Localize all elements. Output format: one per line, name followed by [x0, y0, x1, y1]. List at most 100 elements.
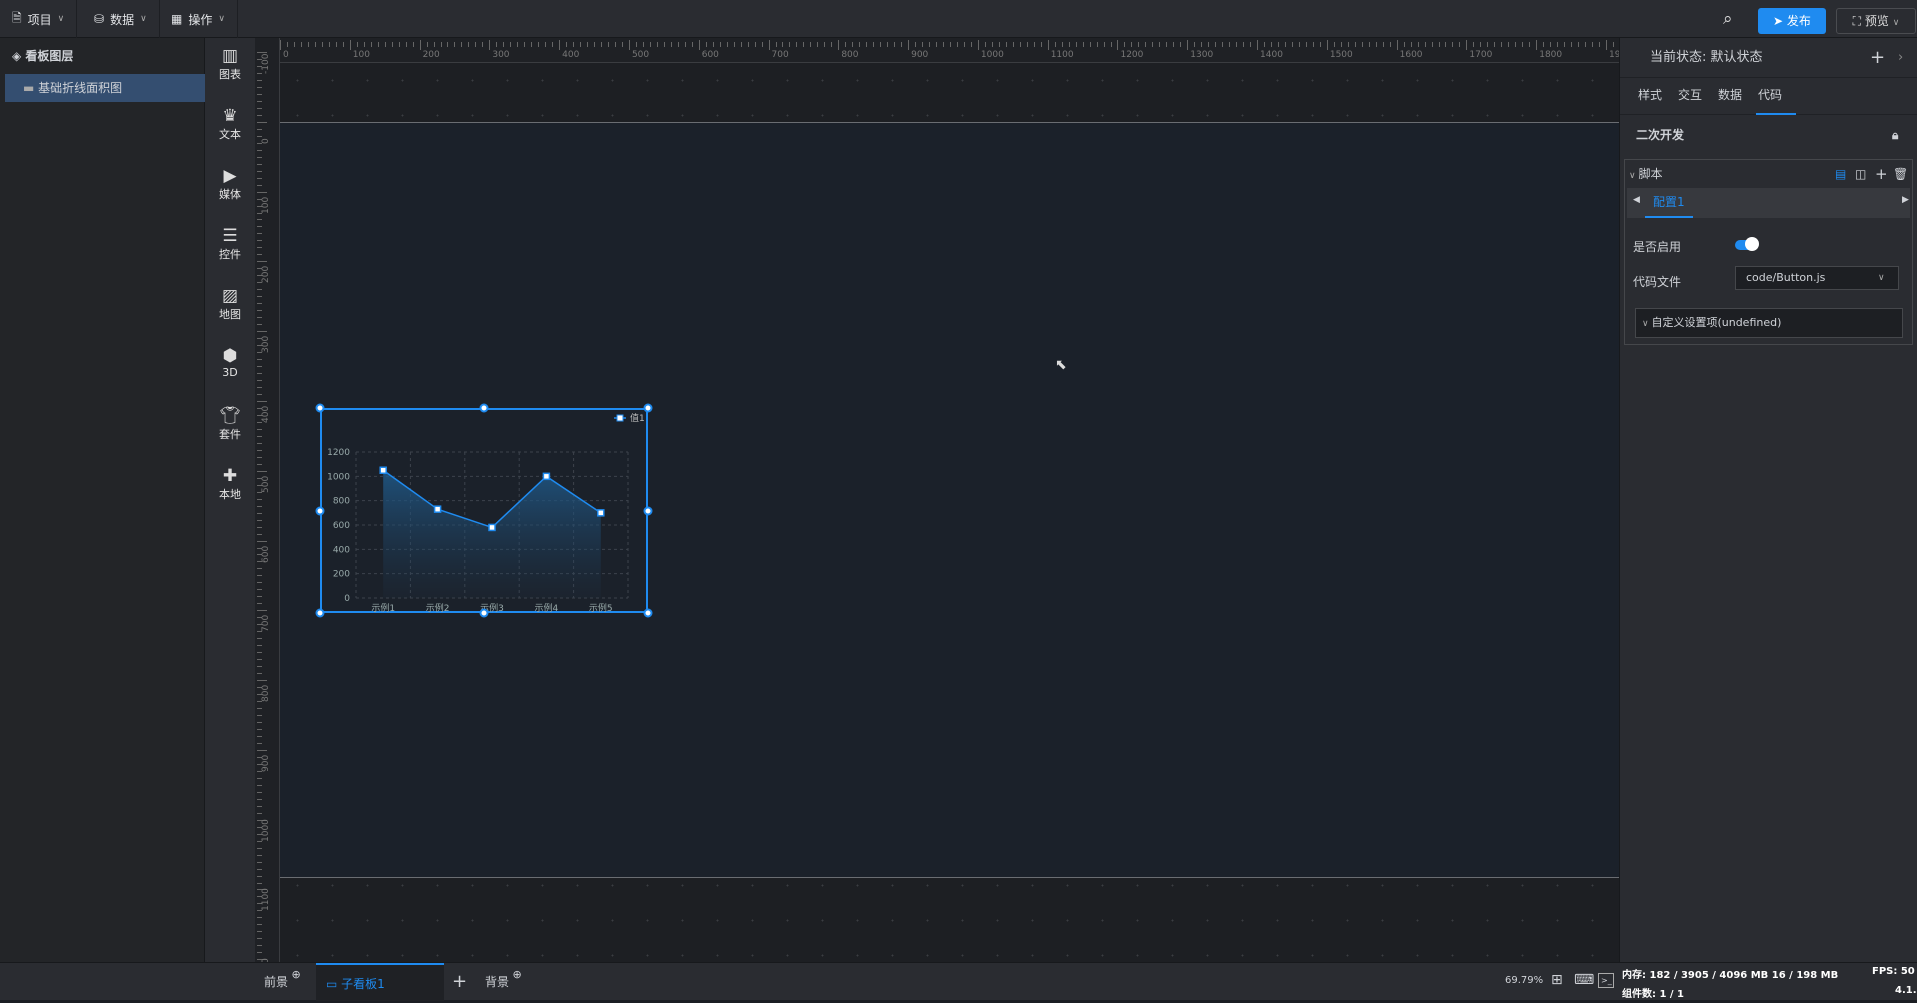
- columns-icon[interactable]: ◫: [1855, 160, 1866, 188]
- tab-3[interactable]: 代码: [1756, 78, 1796, 115]
- ruler-tick: [915, 42, 917, 47]
- zoom-level: 69.79%: [1505, 975, 1544, 986]
- file-select[interactable]: code/Button.js ∨: [1735, 266, 1899, 290]
- data-point: [433, 505, 442, 513]
- tool-puzzle[interactable]: ✚ 本地: [205, 466, 255, 502]
- ruler-tick: [649, 42, 651, 47]
- menu-data[interactable]: ⛁ 数据 ∨: [82, 0, 160, 38]
- ruler-tick: [257, 156, 262, 158]
- lock-icon[interactable]: 🔒︎: [1892, 115, 1898, 155]
- ruler-tick: [257, 135, 262, 137]
- tab-0[interactable]: 样式: [1636, 78, 1664, 115]
- tab-1[interactable]: 交互: [1676, 78, 1704, 115]
- tool-shirt[interactable]: 👕︎ 套件: [205, 406, 255, 442]
- tab-foreground[interactable]: 前景 ⊕: [264, 963, 301, 1001]
- ruler-tick: [257, 331, 267, 333]
- ruler-tick: [257, 589, 262, 591]
- add-icon[interactable]: +: [1875, 160, 1888, 188]
- trash-icon[interactable]: 🗑︎: [1893, 160, 1908, 188]
- ruler-tick: [852, 42, 854, 47]
- resize-handle[interactable]: [315, 403, 325, 413]
- tab-subboard[interactable]: ▭ 子看板1: [316, 963, 444, 1001]
- shirt-icon: 👕︎: [219, 406, 241, 426]
- resize-handle[interactable]: [315, 608, 325, 618]
- folder-icon: ▬: [23, 81, 39, 95]
- file-label: 代码文件: [1633, 275, 1682, 289]
- ruler-tick: [719, 42, 721, 47]
- layout-icon[interactable]: ▤: [1835, 160, 1846, 188]
- add-circle-icon[interactable]: ⊕: [288, 968, 301, 981]
- ruler-tick: [663, 42, 665, 47]
- ruler-label: 400: [261, 405, 271, 423]
- ruler-tick: [628, 40, 630, 50]
- layers-panel: ◈ 看板图层 ▬ 基础折线面积图: [0, 38, 205, 1000]
- tool-bar-chart[interactable]: ▥ 图表: [205, 46, 255, 82]
- ruler-tick: [300, 42, 302, 47]
- ruler-tick: [1452, 42, 1454, 47]
- ruler-tick: [1019, 42, 1021, 47]
- fit-screen-icon[interactable]: ⊞: [1551, 972, 1563, 988]
- chevron-right-icon[interactable]: ›: [1898, 38, 1903, 78]
- ruler-tick: [1487, 42, 1489, 47]
- ruler-label: 700: [771, 50, 789, 60]
- ruler-tick: [257, 791, 262, 793]
- resize-handle[interactable]: [643, 506, 653, 516]
- resize-handle[interactable]: [479, 403, 489, 413]
- ruler-tick: [257, 715, 262, 716]
- ruler-tick: [1368, 42, 1370, 47]
- resize-handle[interactable]: [315, 506, 325, 516]
- add-board-button[interactable]: +: [452, 963, 467, 1001]
- menu-project[interactable]: 🗎 项目 ∨: [0, 0, 78, 38]
- config-tab[interactable]: 配置1: [1645, 188, 1693, 218]
- tool-map[interactable]: ▨ 地图: [205, 286, 255, 322]
- vertical-ruler[interactable]: -100 0 100 200 300 400 500 600 700 800 900 1000 1100…: [255, 38, 280, 981]
- horizontal-ruler[interactable]: 0 100 200 300 400 500 600 700 800 900 1000 1100 1200…: [280, 38, 1619, 63]
- preview-button[interactable]: ⛶ 预览 ∨: [1836, 8, 1916, 34]
- ruler-tick: [293, 42, 295, 47]
- tool-crown[interactable]: ♛ 文本: [205, 106, 255, 142]
- add-circle-icon[interactable]: ⊕: [509, 968, 522, 981]
- tool-camera[interactable]: ▶ 媒体: [205, 166, 255, 202]
- chevron-down-icon: ∨: [57, 14, 65, 24]
- ruler-tick: [705, 42, 707, 47]
- ruler-tick: [677, 42, 679, 47]
- version: 4.1.6: [1895, 985, 1917, 996]
- keyboard-icon[interactable]: ⌨: [1574, 972, 1594, 988]
- ruler-label: 600: [261, 545, 271, 563]
- ruler-label: 400: [562, 50, 580, 60]
- next-icon[interactable]: ▶: [1902, 195, 1909, 205]
- publish-button[interactable]: ➤ 发布: [1758, 8, 1826, 34]
- ruler-tick: [257, 240, 262, 242]
- ruler-tick: [1459, 42, 1461, 47]
- tab-2[interactable]: 数据: [1716, 78, 1744, 115]
- chevron-down-icon: ∨: [1892, 18, 1900, 28]
- ruler-tick: [257, 540, 267, 542]
- prev-icon[interactable]: ◀: [1633, 195, 1640, 205]
- ruler-tick: [257, 400, 267, 402]
- tab-background[interactable]: 背景 ⊕: [485, 963, 522, 1001]
- resize-handle[interactable]: [479, 608, 489, 618]
- chevron-down-icon: ∨: [1878, 273, 1885, 283]
- layer-item[interactable]: ▬ 基础折线面积图: [5, 74, 205, 102]
- resize-handle[interactable]: [643, 403, 653, 413]
- custom-settings[interactable]: ∨ 自定义设置项(undefined): [1635, 308, 1903, 338]
- ruler-tick: [257, 86, 262, 88]
- tool-cube[interactable]: ⬢ 3D: [205, 346, 255, 379]
- canvas[interactable]: ⬉ 0 200 400 600 800 1000 1200 示例1 示例2 示例3 示例4 示例5 值1: [280, 63, 1619, 962]
- enable-toggle[interactable]: [1735, 237, 1759, 251]
- resize-handle[interactable]: [643, 608, 653, 618]
- script-header[interactable]: ∨ 脚本 ▤ ◫ + 🗑︎: [1625, 160, 1912, 188]
- ruler-tick: [1480, 42, 1482, 47]
- search-icon[interactable]: ⌕: [1723, 9, 1733, 29]
- ruler-tick: [257, 512, 262, 514]
- tool-list[interactable]: ☰ 控件: [205, 226, 255, 262]
- ruler-tick: [257, 184, 262, 186]
- ruler-tick: [1508, 42, 1510, 47]
- ruler-tick: [873, 42, 875, 47]
- ruler-tick: [1222, 42, 1224, 47]
- terminal-icon[interactable]: >_: [1598, 973, 1614, 988]
- ruler-tick: [712, 42, 714, 47]
- add-state-icon[interactable]: +: [1870, 38, 1885, 78]
- chart-widget[interactable]: 0 200 400 600 800 1000 1200 示例1 示例2 示例3 示例4 示例5 值1: [320, 408, 648, 613]
- menu-operate[interactable]: ▦ 操作 ∨: [159, 0, 238, 38]
